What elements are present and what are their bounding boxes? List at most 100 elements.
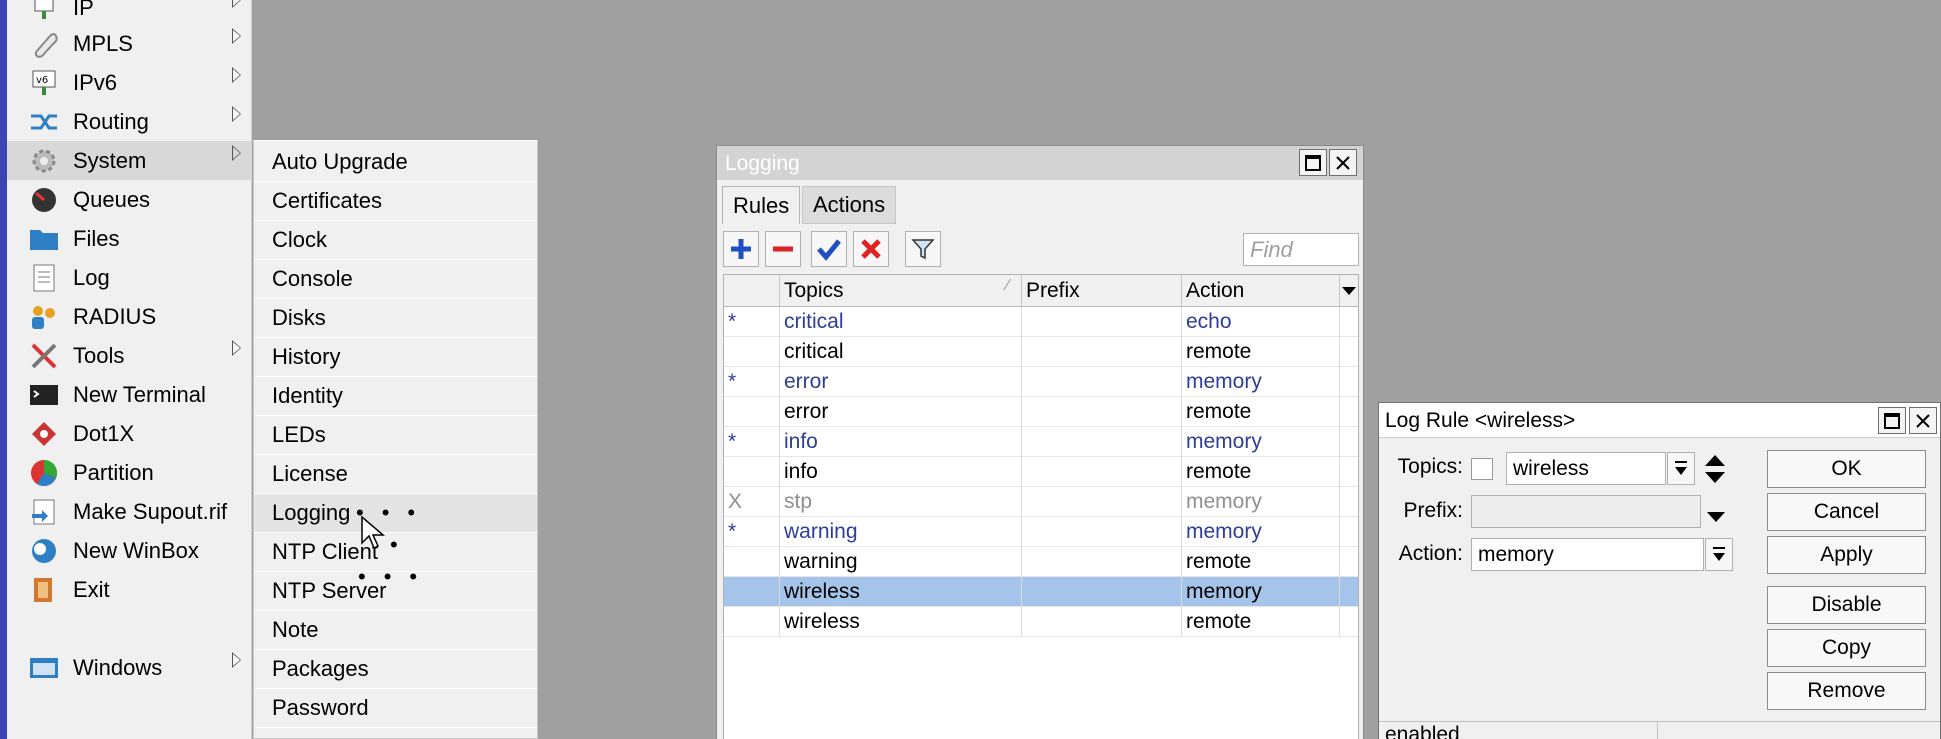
row-topics: wireless xyxy=(780,607,1022,637)
table-row-selected[interactable]: wireless memory xyxy=(724,577,1358,607)
menu-item-exit[interactable]: Exit xyxy=(7,570,252,609)
apply-button[interactable]: Apply xyxy=(1767,536,1926,574)
menu-item-log[interactable]: Log xyxy=(7,258,252,297)
column-chooser-button[interactable] xyxy=(1340,275,1358,306)
submenu-item-disks[interactable]: Disks xyxy=(254,299,537,338)
remove-button[interactable] xyxy=(765,231,801,267)
find-input[interactable]: Find xyxy=(1243,233,1359,266)
menu-item-new-winbox[interactable]: New WinBox xyxy=(7,531,252,570)
tab-actions[interactable]: Actions xyxy=(802,186,897,224)
table-row[interactable]: * warning memory xyxy=(724,517,1358,547)
table-row[interactable]: warning remote xyxy=(724,547,1358,577)
menu-label: New WinBox xyxy=(73,537,199,563)
up-down-arrows-icon xyxy=(1705,455,1725,483)
menu-label: Tools xyxy=(73,342,125,368)
close-button[interactable] xyxy=(1909,407,1937,434)
menu-item-ipv6[interactable]: v6 IPv6 xyxy=(7,63,252,102)
menu-item-mpls[interactable]: MPLS xyxy=(7,24,252,63)
row-spacer xyxy=(1340,487,1358,517)
menu-item-radius[interactable]: RADIUS xyxy=(7,297,252,336)
add-button[interactable] xyxy=(723,231,759,267)
row-topics: error xyxy=(780,397,1022,427)
table-row[interactable]: error remote xyxy=(724,397,1358,427)
close-button[interactable] xyxy=(1329,149,1357,176)
column-header-prefix[interactable]: Prefix xyxy=(1022,275,1182,306)
row-flag xyxy=(724,337,780,367)
submenu-item-license[interactable]: License xyxy=(254,455,537,494)
submenu-arrow-icon xyxy=(232,340,241,356)
topics-add-remove-button[interactable] xyxy=(1703,453,1727,485)
menu-label: Make Supout.rif xyxy=(73,498,228,524)
submenu-item-leds[interactable]: LEDs xyxy=(254,416,537,455)
menu-item-routing[interactable]: Routing xyxy=(7,102,252,141)
submenu-item-note[interactable]: Note xyxy=(254,611,537,650)
row-action: remote xyxy=(1182,457,1340,487)
submenu-item-history[interactable]: History xyxy=(254,338,537,377)
menu-item-tools[interactable]: Tools xyxy=(7,336,252,375)
submenu-item-console[interactable]: Console xyxy=(254,260,537,299)
row-topics: info xyxy=(780,457,1022,487)
menu-item-ip[interactable]: IP xyxy=(7,0,252,27)
row-topics: warning xyxy=(780,547,1022,577)
row-spacer xyxy=(1340,307,1358,337)
row-prefix xyxy=(1022,427,1182,457)
menu-item-system[interactable]: System xyxy=(7,141,252,180)
row-prefix xyxy=(1022,367,1182,397)
prefix-dropdown-button[interactable] xyxy=(1705,504,1727,530)
submenu-item-certificates[interactable]: Certificates xyxy=(254,182,537,221)
row-action: echo xyxy=(1182,307,1340,337)
menu-item-queues[interactable]: Queues xyxy=(7,180,252,219)
disable-button[interactable] xyxy=(853,231,889,267)
table-row[interactable]: info remote xyxy=(724,457,1358,487)
table-row[interactable]: * error memory xyxy=(724,367,1358,397)
disable-button[interactable]: Disable xyxy=(1767,586,1926,624)
column-header-topics[interactable]: Topics ⁄ xyxy=(780,275,1022,306)
table-row[interactable]: critical remote xyxy=(724,337,1358,367)
submenu-item-packages[interactable]: Packages xyxy=(254,650,537,689)
prefix-label: Prefix: xyxy=(1403,499,1463,522)
cancel-button[interactable]: Cancel xyxy=(1767,493,1926,531)
topics-dropdown-button[interactable] xyxy=(1667,452,1695,485)
menu-item-make-supout[interactable]: Make Supout.rif xyxy=(7,492,252,531)
logging-window: Logging Rules Actions Find Topics ⁄ Pref… xyxy=(716,145,1364,739)
prefix-field[interactable] xyxy=(1471,495,1701,528)
column-header-flag[interactable] xyxy=(724,275,780,306)
menu-item-partition[interactable]: Partition xyxy=(7,453,252,492)
logging-titlebar[interactable]: Logging xyxy=(717,146,1363,180)
submenu-arrow-icon xyxy=(232,28,241,44)
topics-field[interactable]: wireless xyxy=(1506,452,1666,485)
table-row[interactable]: X stp memory xyxy=(724,487,1358,517)
maximize-button[interactable] xyxy=(1878,407,1906,434)
remove-button[interactable]: Remove xyxy=(1767,672,1926,710)
filter-button[interactable] xyxy=(905,231,941,267)
action-dropdown-button[interactable] xyxy=(1705,538,1733,571)
menu-item-dot1x[interactable]: Dot1X xyxy=(7,414,252,453)
copy-button[interactable]: Copy xyxy=(1767,629,1926,667)
exit-icon xyxy=(29,575,59,605)
submenu-item-identity[interactable]: Identity xyxy=(254,377,537,416)
row-action: memory xyxy=(1182,577,1340,607)
topics-negate-checkbox[interactable] xyxy=(1471,458,1493,480)
maximize-button[interactable] xyxy=(1299,149,1327,176)
submenu-item-auto-upgrade[interactable]: Auto Upgrade xyxy=(254,143,537,182)
menu-item-new-terminal[interactable]: New Terminal xyxy=(7,375,252,414)
enable-button[interactable] xyxy=(811,231,847,267)
filter-icon xyxy=(911,239,935,260)
submenu-arrow-icon xyxy=(232,0,241,8)
tab-rules[interactable]: Rules xyxy=(722,186,801,224)
row-spacer xyxy=(1340,607,1358,637)
table-row[interactable]: * critical echo xyxy=(724,307,1358,337)
submenu-item-password[interactable]: Password xyxy=(254,689,537,728)
dialog-titlebar[interactable]: Log Rule <wireless> xyxy=(1379,403,1940,438)
table-row[interactable]: wireless remote xyxy=(724,607,1358,637)
ok-button[interactable]: OK xyxy=(1767,450,1926,488)
action-field[interactable]: memory xyxy=(1471,538,1704,571)
menu-label: Routing xyxy=(73,108,149,134)
table-row[interactable]: * info memory xyxy=(724,427,1358,457)
menu-item-files[interactable]: Files xyxy=(7,219,252,258)
column-header-action[interactable]: Action xyxy=(1182,275,1340,306)
menu-item-windows[interactable]: Windows xyxy=(7,648,252,687)
submenu-item-clock[interactable]: Clock xyxy=(254,221,537,260)
row-prefix xyxy=(1022,607,1182,637)
status-bar: enabled xyxy=(1379,721,1940,739)
